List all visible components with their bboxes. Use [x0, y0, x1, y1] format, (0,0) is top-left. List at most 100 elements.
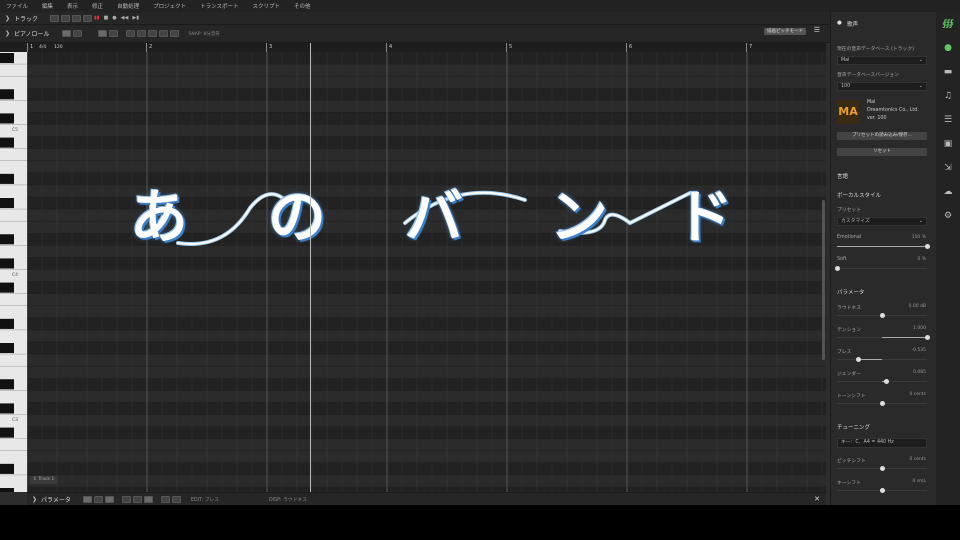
reset-button[interactable]: リセット [837, 148, 927, 156]
grid-canvas[interactable] [27, 52, 826, 492]
skip-end-icon[interactable]: ▶▮ [132, 15, 139, 21]
tension-slider[interactable] [837, 335, 930, 340]
black-key[interactable] [0, 427, 14, 438]
rewind-icon[interactable]: ◀◀ [121, 15, 129, 21]
black-key[interactable] [0, 379, 14, 390]
black-key[interactable] [0, 258, 14, 269]
param-edit-target[interactable]: EDIT: ブレス [191, 496, 219, 503]
pen-tool-button[interactable] [72, 30, 82, 37]
loudness-value: 0.00 dB [908, 304, 926, 309]
black-key[interactable] [0, 234, 14, 245]
cloud-icon[interactable]: ☁ [942, 186, 954, 198]
param-line-button[interactable] [121, 495, 131, 503]
clapper-icon[interactable]: ▬ [942, 66, 954, 78]
param-draw-button[interactable] [104, 495, 114, 503]
gender-slider[interactable] [837, 379, 927, 384]
param-pen-button[interactable] [93, 495, 103, 503]
menu-other[interactable]: その他 [294, 2, 311, 10]
tempo[interactable]: 120 [54, 43, 63, 52]
menu-icon[interactable]: ☰ [814, 26, 820, 34]
curve-tool-button[interactable] [136, 30, 146, 37]
pitch-mode-button[interactable]: 描画ピッチモード [764, 28, 806, 35]
grid-tool-button[interactable] [158, 30, 168, 37]
black-key[interactable] [0, 403, 14, 414]
version-label: 音声データベースバージョン [837, 73, 900, 78]
vertical-scrollbar[interactable] [822, 200, 825, 360]
gear-icon[interactable]: ⚙ [942, 210, 954, 222]
transport-btn-4[interactable] [83, 14, 93, 22]
record-icon[interactable]: ▮▮ [94, 15, 100, 21]
time-signature[interactable]: 4/4 [39, 43, 46, 52]
preset-dropdown[interactable]: カスタマイズ ⌄ [837, 217, 927, 226]
book-icon[interactable]: ▣ [942, 138, 954, 150]
stop-icon[interactable]: ■ [104, 15, 109, 21]
menu-modify[interactable]: 修正 [92, 2, 103, 10]
vibrato-tool-button[interactable] [125, 30, 135, 37]
track-label[interactable]: ↥ Track 1 [30, 476, 58, 484]
block-tool-button[interactable] [147, 30, 157, 37]
db-label: 現在の音声データベース (トラック) [837, 47, 914, 52]
keyshift-slider[interactable] [837, 488, 927, 493]
menu-view[interactable]: 表示 [67, 2, 78, 10]
playhead[interactable] [310, 43, 311, 492]
menu-automation[interactable]: 自動処理 [117, 2, 139, 10]
chevron-right-icon[interactable]: ❯ [5, 15, 10, 22]
toneshift-slider[interactable] [837, 401, 927, 406]
emotional-slider[interactable] [837, 244, 930, 249]
black-key[interactable] [0, 318, 14, 329]
black-key[interactable] [0, 343, 14, 354]
menu-file[interactable]: ファイル [6, 2, 28, 10]
chevron-right-icon[interactable]: ❯ [32, 496, 37, 503]
pitchshift-slider[interactable] [837, 466, 927, 471]
line-tool-button[interactable] [108, 30, 118, 37]
param-pointer-button[interactable] [82, 495, 92, 503]
menu-transport[interactable]: トランスポート [200, 2, 238, 10]
menu-script[interactable]: スクリプト [252, 2, 280, 10]
note-grid[interactable] [27, 52, 826, 492]
preset-load-save-button[interactable]: プリセットの読み込み/保存... [837, 132, 927, 140]
black-key[interactable] [0, 282, 14, 293]
transport-btn-1[interactable] [50, 14, 60, 22]
piano-keyboard[interactable]: C5 C4 C3 [0, 52, 27, 492]
piano-keys[interactable] [0, 52, 27, 492]
menu-project[interactable]: プロジェクト [153, 2, 186, 10]
black-key[interactable] [0, 89, 14, 100]
close-icon[interactable]: ✕ [814, 495, 820, 503]
version-dropdown[interactable]: 100 ⌄ [837, 82, 927, 91]
parameters-header: パラメータ [837, 290, 865, 296]
param-smooth-button[interactable] [143, 495, 153, 503]
note-tool-button[interactable] [169, 30, 179, 37]
emotional-value: 150 % [911, 235, 926, 240]
chevron-down-icon[interactable]: ❯ [5, 30, 10, 37]
black-key[interactable] [0, 463, 14, 474]
lyric-char-no: の [268, 183, 327, 251]
library-icon[interactable]: ☰ [942, 114, 954, 126]
voice-db-dropdown[interactable]: Mai ⌄ [837, 56, 927, 65]
black-key[interactable] [0, 173, 14, 184]
app-logo-icon[interactable]: ∰ [942, 18, 954, 30]
draw-tool-button[interactable] [97, 30, 107, 37]
param-display-target[interactable]: DISP: ラウドネス [269, 496, 307, 503]
export-icon[interactable]: ⇲ [942, 162, 954, 174]
play-record-icon[interactable]: ● [112, 15, 116, 21]
music-note-icon[interactable]: ♫ [942, 90, 954, 102]
param-edit-button[interactable] [171, 495, 181, 503]
black-key[interactable] [0, 53, 14, 64]
microphone-icon[interactable]: ● [942, 42, 954, 54]
transport-btn-3[interactable] [72, 14, 82, 22]
key-setting[interactable]: キー：C、A4 = 440 Hz [837, 438, 927, 448]
black-key[interactable] [0, 113, 14, 124]
black-key[interactable] [0, 488, 14, 492]
snap-setting[interactable]: SNAP: 8分音符 [189, 31, 220, 37]
menu-edit[interactable]: 編集 [42, 2, 53, 10]
param-curve-button[interactable] [132, 495, 142, 503]
transport-btn-2[interactable] [61, 14, 71, 22]
breath-slider[interactable] [837, 357, 927, 362]
black-key[interactable] [0, 137, 14, 148]
black-key[interactable] [0, 198, 14, 209]
pointer-tool-button[interactable] [61, 30, 71, 37]
timeline-ruler[interactable]: 1 4/4 120 2 3 4 5 6 7 [0, 43, 826, 52]
param-add-button[interactable] [160, 495, 170, 503]
soft-slider[interactable] [835, 266, 927, 271]
loudness-slider[interactable] [837, 313, 927, 318]
